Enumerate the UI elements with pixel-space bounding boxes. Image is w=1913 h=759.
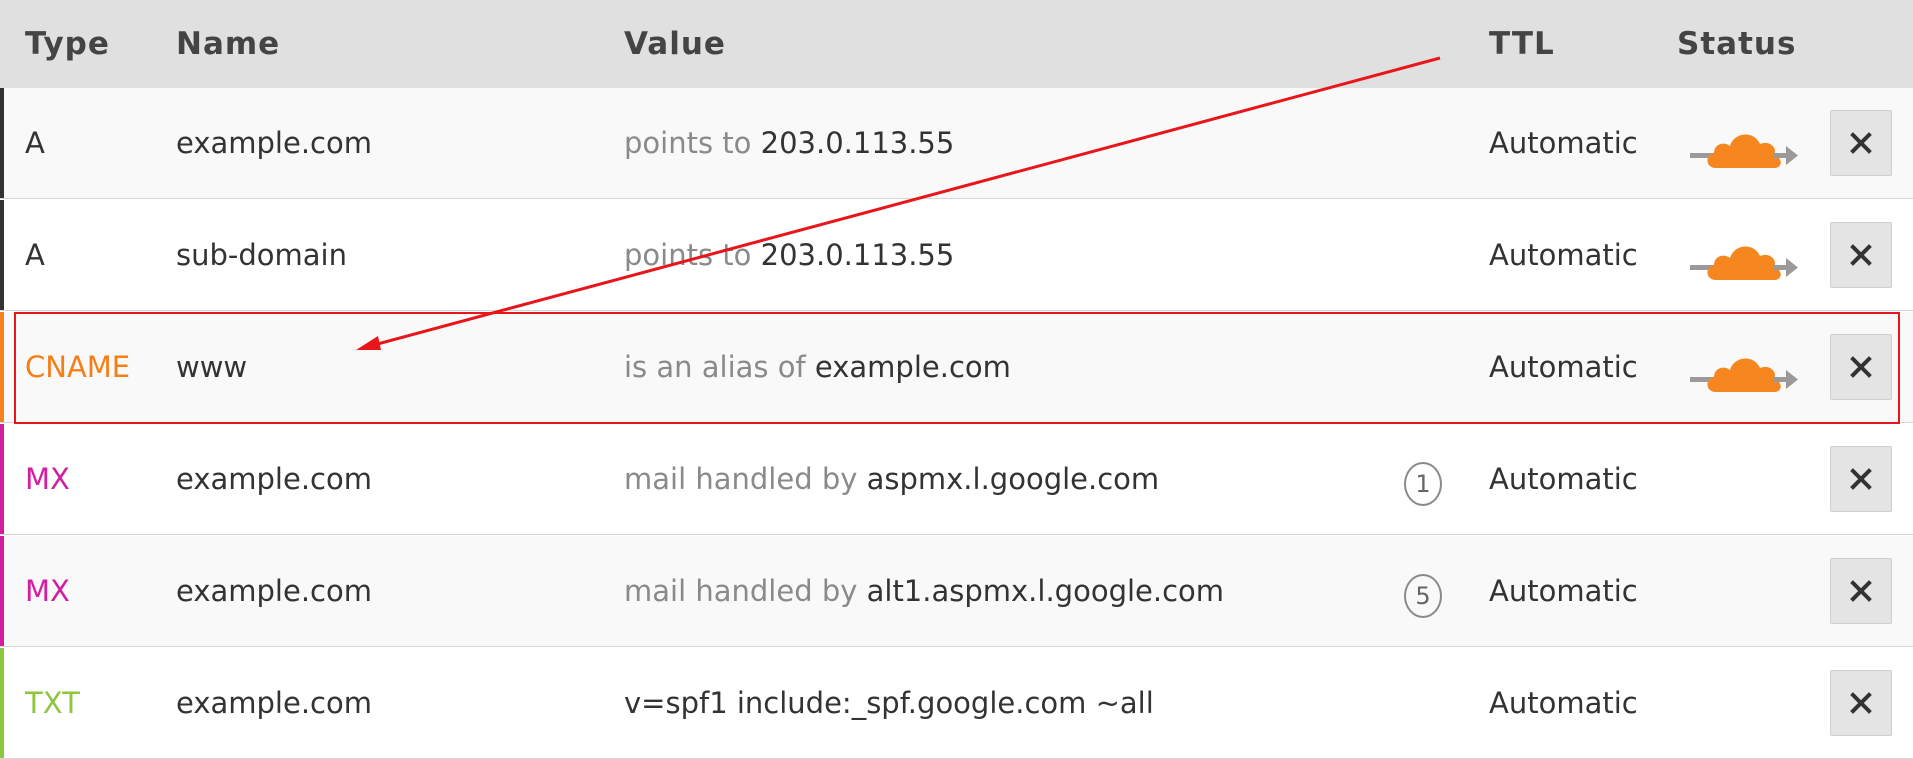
record-type-accent	[0, 648, 4, 758]
table-row[interactable]: CNAME www is an alias of example.com Aut…	[0, 312, 1913, 423]
record-type-accent	[0, 536, 4, 646]
record-name[interactable]: www	[176, 312, 247, 422]
close-icon	[1849, 131, 1873, 155]
table-row[interactable]: A example.com points to 203.0.113.55 Aut…	[0, 88, 1913, 199]
record-value-prefix: points to	[624, 238, 761, 272]
delete-record-button[interactable]	[1830, 446, 1892, 512]
table-header: Type Name Value TTL Status	[0, 0, 1913, 88]
record-value[interactable]: points to 203.0.113.55	[624, 88, 954, 198]
close-icon	[1849, 579, 1873, 603]
record-value[interactable]: is an alias of example.com	[624, 312, 1011, 422]
orange-cloud-icon[interactable]	[1690, 108, 1798, 178]
record-value-target: v=spf1 include:_spf.google.com ~all	[624, 686, 1154, 720]
delete-record-button[interactable]	[1830, 558, 1892, 624]
record-type: TXT	[25, 686, 80, 720]
record-value[interactable]: v=spf1 include:_spf.google.com ~all	[624, 648, 1154, 758]
record-type-accent	[0, 200, 4, 310]
table-row[interactable]: A sub-domain points to 203.0.113.55 Auto…	[0, 200, 1913, 311]
close-icon	[1849, 691, 1873, 715]
dns-records-table: Type Name Value TTL Status A example.com…	[0, 0, 1913, 759]
header-status[interactable]: Status	[1677, 0, 1796, 88]
record-value[interactable]: mail handled by alt1.aspmx.l.google.com	[624, 536, 1224, 646]
record-type: MX	[25, 462, 70, 496]
record-value-prefix: is an alias of	[624, 350, 815, 384]
record-ttl[interactable]: Automatic	[1489, 200, 1638, 310]
mx-priority-badge[interactable]: 5	[1404, 574, 1442, 618]
record-value-target: aspmx.l.google.com	[866, 462, 1160, 496]
orange-cloud-icon[interactable]	[1690, 332, 1798, 402]
record-type: A	[25, 126, 45, 160]
record-type-accent	[0, 88, 4, 198]
record-value-prefix: mail handled by	[624, 462, 867, 496]
record-type: A	[25, 238, 45, 272]
record-name[interactable]: example.com	[176, 88, 372, 198]
delete-record-button[interactable]	[1830, 670, 1892, 736]
record-type: CNAME	[25, 350, 131, 384]
orange-cloud-icon[interactable]	[1690, 220, 1798, 290]
record-value-target: 203.0.113.55	[760, 238, 955, 272]
record-value[interactable]: points to 203.0.113.55	[624, 200, 954, 310]
close-icon	[1849, 243, 1873, 267]
delete-record-button[interactable]	[1830, 222, 1892, 288]
record-name[interactable]: example.com	[176, 536, 372, 646]
record-ttl[interactable]: Automatic	[1489, 424, 1638, 534]
table-row[interactable]: MX example.com mail handled by aspmx.l.g…	[0, 424, 1913, 535]
table-row[interactable]: MX example.com mail handled by alt1.aspm…	[0, 536, 1913, 647]
record-value-target: alt1.aspmx.l.google.com	[866, 574, 1225, 608]
record-name[interactable]: example.com	[176, 424, 372, 534]
record-value-prefix: mail handled by	[624, 574, 867, 608]
record-type: MX	[25, 574, 70, 608]
record-ttl[interactable]: Automatic	[1489, 648, 1638, 758]
record-type-accent	[0, 424, 4, 534]
record-value-prefix: points to	[624, 126, 761, 160]
record-value[interactable]: mail handled by aspmx.l.google.com	[624, 424, 1159, 534]
record-type-accent	[0, 312, 4, 422]
record-ttl[interactable]: Automatic	[1489, 536, 1638, 646]
record-value-target: 203.0.113.55	[760, 126, 955, 160]
header-ttl[interactable]: TTL	[1489, 0, 1555, 88]
header-name[interactable]: Name	[176, 0, 280, 88]
header-value[interactable]: Value	[624, 0, 726, 88]
close-icon	[1849, 355, 1873, 379]
record-name[interactable]: example.com	[176, 648, 372, 758]
record-ttl[interactable]: Automatic	[1489, 312, 1638, 422]
record-name[interactable]: sub-domain	[176, 200, 347, 310]
record-ttl[interactable]: Automatic	[1489, 88, 1638, 198]
mx-priority-badge[interactable]: 1	[1404, 462, 1442, 506]
table-row[interactable]: TXT example.com v=spf1 include:_spf.goog…	[0, 648, 1913, 759]
record-value-target: example.com	[814, 350, 1011, 384]
delete-record-button[interactable]	[1830, 334, 1892, 400]
delete-record-button[interactable]	[1830, 110, 1892, 176]
close-icon	[1849, 467, 1873, 491]
header-type[interactable]: Type	[25, 0, 110, 88]
